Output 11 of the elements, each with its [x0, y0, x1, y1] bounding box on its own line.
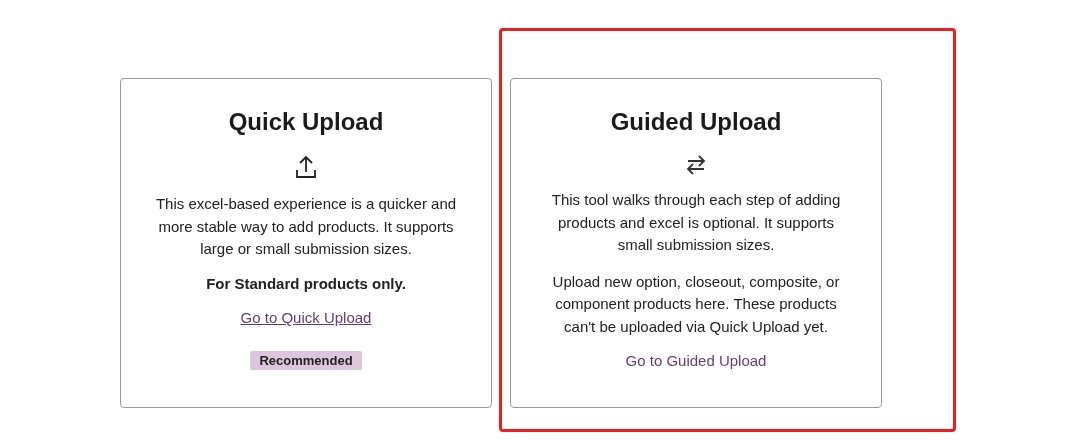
- card-title: Guided Upload: [610, 107, 782, 137]
- card-description: This tool walks through each step of adding products and excel is optional. It supports small submission sizes.: [550, 190, 842, 255]
- swap-arrows-icon: [685, 155, 707, 175]
- card-description: This excel-based experience is a quicker and more stable way to add products. It supports large or small submission sizes.: [154, 194, 458, 259]
- recommended-badge: Recommended: [250, 351, 362, 370]
- card-description: For Standard products only.: [205, 273, 407, 294]
- upload-link[interactable]: Go to Quick Upload: [240, 307, 372, 329]
- card-title: Quick Upload: [228, 107, 384, 137]
- upload-icon: [295, 155, 317, 179]
- card-description: Upload new option, closeout, composite, or component products here. These products can't be uploaded via Quick Upload yet.: [551, 271, 841, 337]
- upload-link[interactable]: Go to Guided Upload: [625, 350, 767, 372]
